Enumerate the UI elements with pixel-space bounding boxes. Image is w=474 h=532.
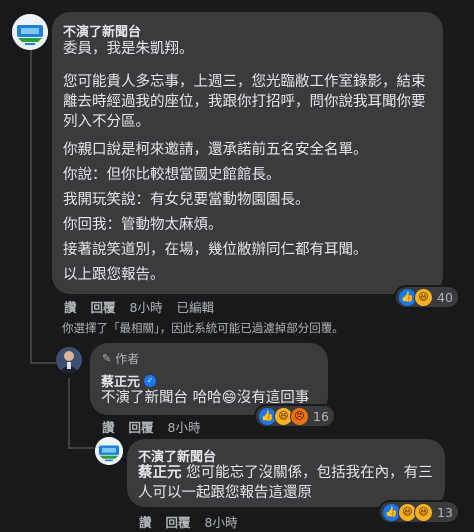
reaction-summary[interactable]: 👍 😆 40 [396, 287, 458, 307]
comment-paragraph: 您可能貴人多忘事，上週三，您光臨敝工作室錄影，結束離去時經過我的座位，我跟你打招… [63, 74, 426, 130]
comment-paragraph: 你說：但你比較想當國史館館長。 [63, 167, 281, 183]
timestamp[interactable]: 8小時 [205, 512, 238, 531]
author-badge: ✎ 作者 [102, 350, 139, 367]
author-badge-label: 作者 [115, 352, 140, 366]
reply-button[interactable]: 回覆 [91, 297, 116, 316]
comment-bubble: 不演了新聞台 委員，我是朱凱翔。 您可能貴人多忘事，上週三，您光臨敝工作室錄影，… [52, 12, 443, 294]
comment-paragraph: 你回我：管動物太麻煩。 [63, 217, 223, 233]
comment-paragraph: 你親口說是柯來邀請，還承諾前五名安全名單。 [63, 142, 368, 158]
like-button[interactable]: 讚 [102, 417, 115, 436]
avatar[interactable] [95, 437, 123, 465]
reply-button[interactable]: 回覆 [166, 512, 191, 531]
reply-text-block: 蔡正元 您可能忘了沒關係，包括我在內，有三人可以一起跟您報告這還原 [138, 463, 442, 503]
reply-bubble: ✎ 作者 蔡正元 ✓ 不演了新聞台 哈哈😄沒有這回事 [90, 343, 328, 415]
angry-icon: 😠 [290, 406, 309, 426]
news-logo-icon [95, 437, 123, 465]
reply-bubble: 不演了新聞台 蔡正元 您可能忘了沒關係，包括我在內，有三人可以一起跟您報告這還原 [127, 439, 445, 507]
reply-text: 不演了新聞台 哈哈😄沒有這回事 [101, 390, 310, 406]
haha-icon: 😆 [414, 287, 433, 307]
mention-link[interactable]: 蔡正元 [138, 465, 182, 481]
news-logo-icon [12, 14, 48, 50]
like-button[interactable]: 讚 [64, 297, 77, 316]
comment-actions: 讚 回覆 8小時 已編輯 [64, 297, 228, 316]
thread-connector-nested [68, 447, 94, 449]
comment-paragraph: 接著說笑道別，在場，幾位敝辦同仁都有耳聞。 [63, 242, 368, 258]
verified-badge-icon: ✓ [144, 374, 157, 387]
comment-paragraph: 委員，我是朱凱翔。 [63, 41, 194, 57]
timestamp[interactable]: 8小時 [130, 297, 163, 316]
pencil-icon: ✎ [102, 352, 112, 365]
filter-notice: 你選擇了「最相關」，因此系統可能已過濾掉部分回覆。 [62, 321, 344, 335]
reply-actions: 讚 回覆 8小時 [102, 417, 214, 436]
reaction-summary[interactable]: 👍 😆 😠 16 [256, 406, 334, 426]
comment-paragraph: 以上跟您報告。 [63, 267, 165, 283]
avatar[interactable] [56, 347, 82, 373]
like-button[interactable]: 讚 [139, 512, 152, 531]
reply-button[interactable]: 回覆 [129, 417, 154, 436]
reaction-summary[interactable]: 👍 😆 😆 13 [380, 502, 458, 522]
reaction-count: 13 [437, 504, 453, 520]
comment-author[interactable]: 不演了新聞台 [63, 21, 141, 40]
thread-connector [30, 362, 56, 364]
avatar[interactable] [12, 14, 48, 50]
comment-paragraph: 我開玩笑說：有女兒要當動物園園長。 [63, 192, 310, 208]
thread-line-nested [68, 378, 70, 448]
reply-text: 您可能忘了沒關係，包括我在內，有三人可以一起跟您報告這還原 [138, 465, 433, 501]
thread-line [30, 48, 32, 364]
haha-icon: 😆 [414, 502, 433, 522]
reply-actions: 讚 回覆 8小時 [139, 512, 251, 531]
edited-label[interactable]: 已編輯 [176, 297, 214, 316]
timestamp[interactable]: 8小時 [168, 417, 201, 436]
person-avatar-icon [56, 347, 82, 373]
reaction-count: 40 [437, 289, 453, 305]
reaction-count: 16 [313, 408, 329, 424]
